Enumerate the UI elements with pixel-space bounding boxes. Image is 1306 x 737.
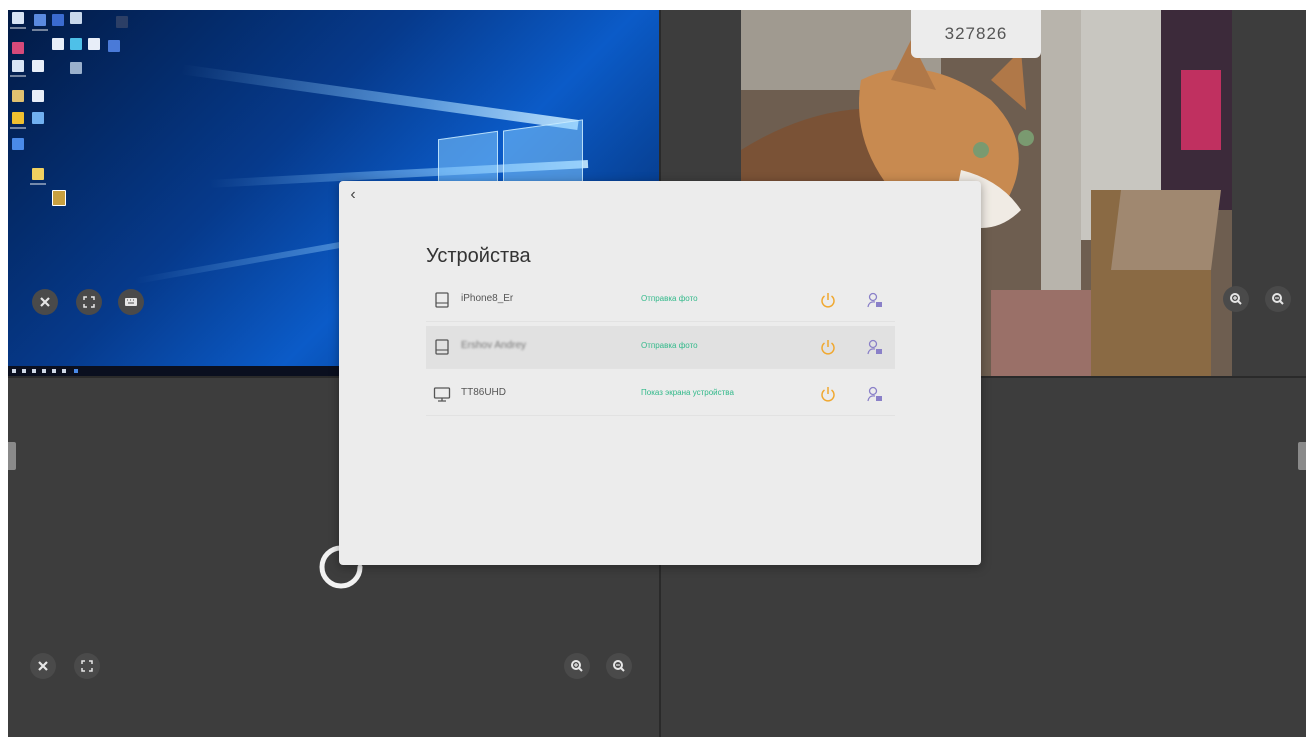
user-settings-icon[interactable] — [866, 385, 884, 403]
light-beam — [181, 64, 579, 130]
fullscreen-icon[interactable] — [74, 653, 100, 679]
desktop-icon — [12, 112, 24, 124]
device-name: iPhone8_Er — [461, 293, 514, 304]
desktop-icon — [12, 12, 24, 24]
user-settings-icon[interactable] — [866, 338, 884, 356]
close-icon[interactable] — [32, 289, 58, 315]
device-name: TT86UHD — [461, 387, 507, 398]
desktop-icon-label — [10, 75, 26, 77]
device-name: Ershov Andrey — [461, 340, 527, 351]
dialog-title: Устройства — [426, 245, 531, 267]
device-status: Отправка фото — [641, 294, 698, 303]
taskbar-icon — [74, 369, 78, 373]
desktop-icon — [52, 190, 66, 206]
left-side-handle[interactable] — [8, 442, 16, 470]
user-settings-icon[interactable] — [866, 291, 884, 309]
device-row[interactable]: Ershov Andrey Отправка фото — [426, 326, 895, 369]
desktop-icon-label — [10, 27, 26, 29]
tablet-icon — [435, 292, 449, 308]
taskbar-icon — [42, 369, 46, 373]
desktop-icon — [32, 90, 44, 102]
desktop-icon — [108, 40, 120, 52]
taskbar-icon — [52, 369, 56, 373]
desktop-icon — [116, 16, 128, 28]
monitor-icon — [433, 387, 451, 402]
desktop-icon — [32, 60, 44, 72]
desktop-icon-label — [32, 29, 48, 31]
taskbar-icon — [12, 369, 16, 373]
power-icon[interactable] — [819, 338, 837, 356]
power-icon[interactable] — [819, 291, 837, 309]
desktop-icon — [32, 168, 44, 180]
fullscreen-icon[interactable] — [76, 289, 102, 315]
keyboard-icon[interactable] — [118, 289, 144, 315]
zoom-out-icon[interactable] — [606, 653, 632, 679]
zoom-out-icon[interactable] — [1265, 286, 1291, 312]
desktop-icon — [12, 60, 24, 72]
power-icon[interactable] — [819, 385, 837, 403]
desktop-icon — [34, 14, 46, 26]
desktop-icon — [70, 38, 82, 50]
desktop-icon — [12, 138, 24, 150]
device-status: Показ экрана устройства — [641, 388, 734, 397]
taskbar-icon — [32, 369, 36, 373]
desktop-icon — [52, 14, 64, 26]
desktop-icon — [70, 62, 82, 74]
chevron-left-icon[interactable]: ‹ — [345, 185, 361, 205]
devices-dialog: ‹ Устройства iPhone8_Er Отправка фото Er… — [339, 181, 981, 565]
desktop-icon — [52, 38, 64, 50]
right-side-handle[interactable] — [1298, 442, 1306, 470]
connection-code: 327826 — [911, 10, 1041, 58]
zoom-in-icon[interactable] — [564, 653, 590, 679]
desktop-icon — [32, 112, 44, 124]
desktop-icon-label — [10, 127, 26, 129]
zoom-in-icon[interactable] — [1223, 286, 1249, 312]
device-row[interactable]: iPhone8_Er Отправка фото — [426, 279, 895, 322]
taskbar-icon — [22, 369, 26, 373]
desktop-icon — [70, 12, 82, 24]
device-row[interactable]: TT86UHD Показ экрана устройства — [426, 373, 895, 416]
desktop-icon — [12, 42, 24, 54]
desktop-icon — [88, 38, 100, 50]
device-status: Отправка фото — [641, 341, 698, 350]
taskbar-icon — [62, 369, 66, 373]
close-icon[interactable] — [30, 653, 56, 679]
desktop-icon-label — [30, 183, 46, 185]
tablet-icon — [435, 339, 449, 355]
desktop-icon — [12, 90, 24, 102]
